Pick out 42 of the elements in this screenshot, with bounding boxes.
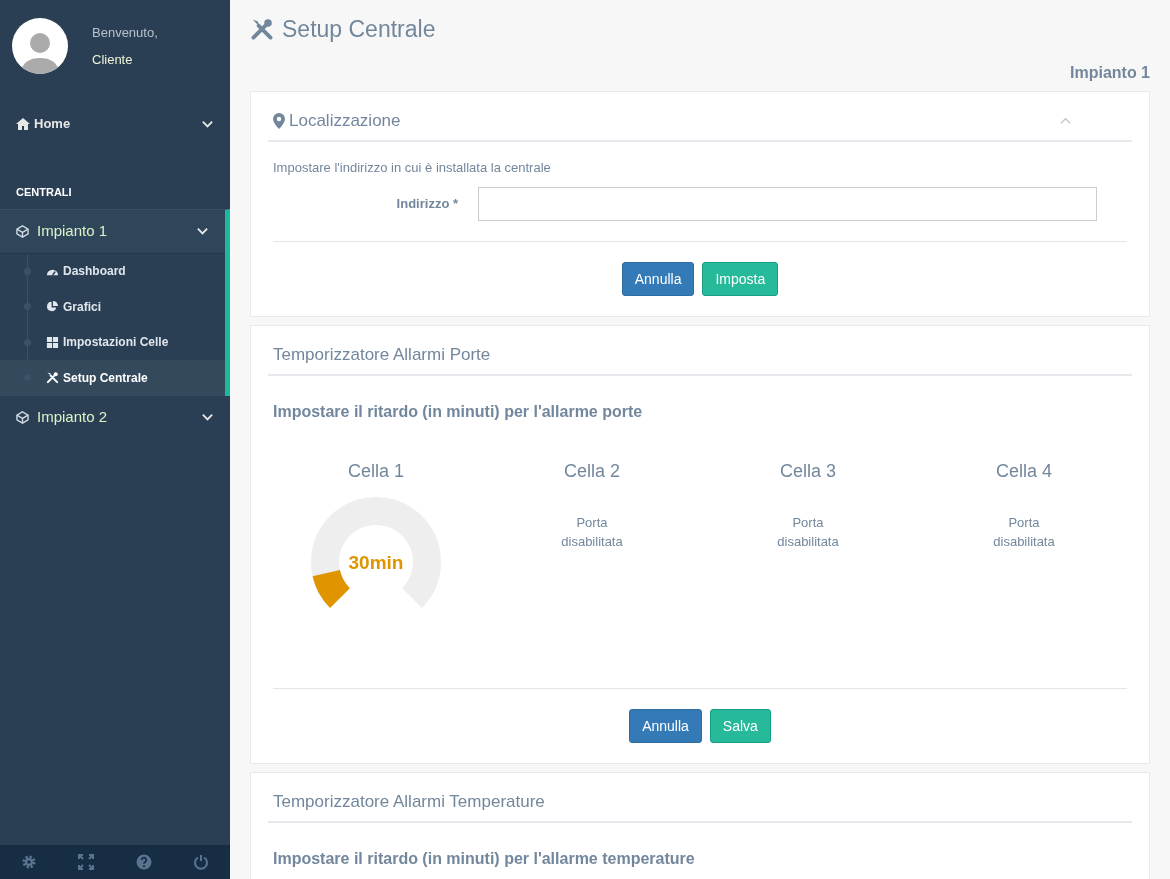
map-pin-icon (273, 112, 285, 129)
cell-title: Cella 4 (996, 460, 1052, 483)
cancel-button[interactable]: Annulla (621, 262, 695, 296)
site-menu-item[interactable]: Impianto 1 (0, 209, 225, 253)
section-heading: Impostare il ritardo (in minuti) per l'allarme temperature (272, 849, 696, 869)
cell-title: Cella 3 (780, 460, 836, 483)
submenu-item[interactable]: Setup Centrale (0, 360, 225, 396)
page-title: Setup Centrale (282, 15, 436, 44)
user-name: Cliente (92, 51, 134, 69)
pie-chart-icon (46, 300, 59, 314)
home-menu-item[interactable]: Home (0, 106, 230, 142)
submenu-item[interactable]: Grafici (0, 289, 225, 325)
house-icon (16, 117, 30, 131)
field-label: Indirizzo * (395, 195, 459, 214)
panel-title: Temporizzatore Allarmi Temperature (273, 791, 545, 814)
panel-title: Temporizzatore Allarmi Porte (273, 344, 491, 367)
grid-icon (46, 335, 59, 349)
disabled-message: Porta disabilitata (776, 514, 840, 551)
cancel-button[interactable]: Annulla (629, 709, 702, 743)
greeting-text: Benvenuto, (92, 23, 158, 42)
section-title: CENTRALI (15, 185, 73, 200)
power-icon (193, 854, 210, 870)
tools-icon (250, 17, 274, 42)
submenu-item[interactable]: Impostazioni Celle (0, 324, 225, 360)
disabled-message: Porta disabilitata (992, 514, 1056, 551)
site-name: Impianto 1 (1070, 62, 1150, 83)
cube-icon (16, 224, 29, 238)
disabled-message: Porta disabilitata (560, 514, 624, 551)
gauge-reading: 30min (347, 551, 405, 575)
fullscreen-icon (78, 854, 95, 870)
submenu-item[interactable]: Dashboard (0, 253, 225, 289)
address-input-field[interactable] (478, 187, 1097, 221)
cube-icon (16, 410, 29, 424)
settings-icon (20, 854, 37, 870)
section-heading: Impostare il ritardo (in minuti) per l'allarme porte (272, 402, 644, 422)
cell-title: Cella 2 (564, 460, 620, 483)
description-text: Impostare l'indirizzo in cui è installata la centrale (272, 158, 552, 177)
site-menu-item[interactable]: Impianto 2 (0, 395, 230, 439)
panel-title: Localizzazione (289, 109, 401, 132)
tools-icon (46, 371, 59, 385)
cell-title: Cella 1 (348, 460, 404, 483)
help-icon (135, 854, 152, 870)
